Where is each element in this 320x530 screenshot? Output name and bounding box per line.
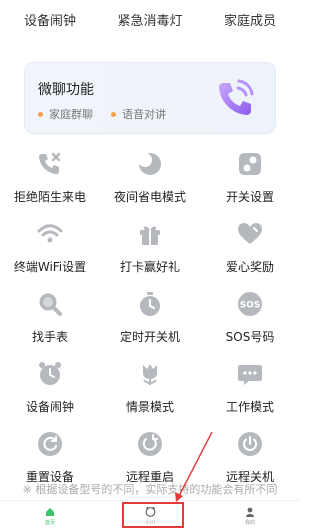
feature-night-mode[interactable]: 夜间省电模式 — [100, 146, 200, 205]
feature-love-reward[interactable]: 爱心奖励 — [200, 216, 300, 275]
feature-label: 开关设置 — [225, 190, 274, 204]
disclaimer-note: ※ 根据设备型号的不同，实际支持的功能会有所不同 — [22, 483, 278, 496]
top-item-1[interactable]: 紧急消毒灯 — [105, 10, 195, 29]
heart-icon — [230, 216, 270, 252]
promo-tag-label: 语音对讲 — [122, 108, 166, 121]
feature-label: 夜间省电模式 — [113, 190, 186, 204]
feature-wifi[interactable]: 终端WiFi设置 — [0, 216, 100, 275]
promo-tag-voice: 语音对讲 — [111, 106, 166, 122]
feature-label: 情景模式 — [125, 400, 174, 414]
alarm-icon — [30, 356, 70, 392]
sos-icon: SOS — [230, 286, 270, 322]
feature-label: 工作模式 — [225, 400, 274, 414]
tab-label: 首页 — [44, 519, 55, 526]
feature-find-watch[interactable]: 找手表 — [0, 286, 100, 345]
feature-checkin-gift[interactable]: 打卡赢好礼 — [100, 216, 200, 275]
top-item-2[interactable]: 家庭成员 — [205, 10, 295, 29]
feature-label: 找手表 — [31, 330, 68, 344]
annotation-highlight-box — [122, 502, 184, 528]
promo-tag-label: 家庭群聊 — [49, 108, 93, 121]
feature-timed-power[interactable]: 定时开关机 — [100, 286, 200, 345]
wifi-icon — [30, 216, 70, 252]
feature-label: 设备闹钟 — [25, 400, 74, 414]
gift-icon — [130, 216, 170, 252]
feature-label: 终端WiFi设置 — [13, 260, 87, 274]
restart-icon — [130, 426, 170, 462]
dot-icon — [111, 111, 116, 117]
moon-icon — [130, 146, 170, 182]
previous-row-strip: 设备闹钟 紧急消毒灯 家庭成员 — [0, 0, 300, 40]
feature-alarm[interactable]: 设备闹钟 — [0, 356, 100, 415]
reset-icon — [30, 426, 70, 462]
tab-label: 我的 — [244, 519, 255, 526]
toggle-icon — [230, 146, 270, 182]
svg-text:SOS: SOS — [240, 301, 261, 311]
dot-icon — [38, 111, 43, 117]
reject-call-icon — [30, 146, 70, 182]
feature-label: 定时开关机 — [119, 330, 180, 344]
feature-remote-restart[interactable]: 远程重启 — [100, 426, 200, 485]
feature-switch-settings[interactable]: 开关设置 — [200, 146, 300, 205]
person-icon — [244, 506, 256, 518]
feature-work-mode[interactable]: 工作模式 — [200, 356, 300, 415]
feature-scene-mode[interactable]: 情景模式 — [100, 356, 200, 415]
wechat-feature-card[interactable]: 微聊功能 家庭群聊 语音对讲 — [24, 62, 276, 134]
feature-label: SOS号码 — [225, 330, 275, 344]
top-item-0[interactable]: 设备闹钟 — [5, 10, 95, 29]
feature-reset-device[interactable]: 重置设备 — [0, 426, 100, 485]
home-icon — [44, 506, 56, 518]
tab-home[interactable]: 首页 — [20, 506, 80, 526]
feature-sos[interactable]: SOS SOS号码 — [200, 286, 300, 345]
feature-remote-shutdown[interactable]: 远程关机 — [200, 426, 300, 485]
timer-icon — [130, 286, 170, 322]
feature-label: 爱心奖励 — [225, 260, 274, 274]
power-icon — [230, 426, 270, 462]
tulip-icon — [130, 356, 170, 392]
feature-reject-call[interactable]: 拒绝陌生来电 — [0, 146, 100, 205]
feature-label: 拒绝陌生来电 — [13, 190, 86, 204]
promo-title: 微聊功能 — [38, 82, 94, 98]
promo-tag-group-chat: 家庭群聊 — [38, 106, 93, 122]
tab-mine[interactable]: 我的 — [220, 506, 280, 526]
feature-label: 打卡赢好礼 — [119, 260, 180, 274]
magnifier-icon — [30, 286, 70, 322]
phone-wave-icon — [219, 79, 254, 115]
message-icon — [230, 356, 270, 392]
